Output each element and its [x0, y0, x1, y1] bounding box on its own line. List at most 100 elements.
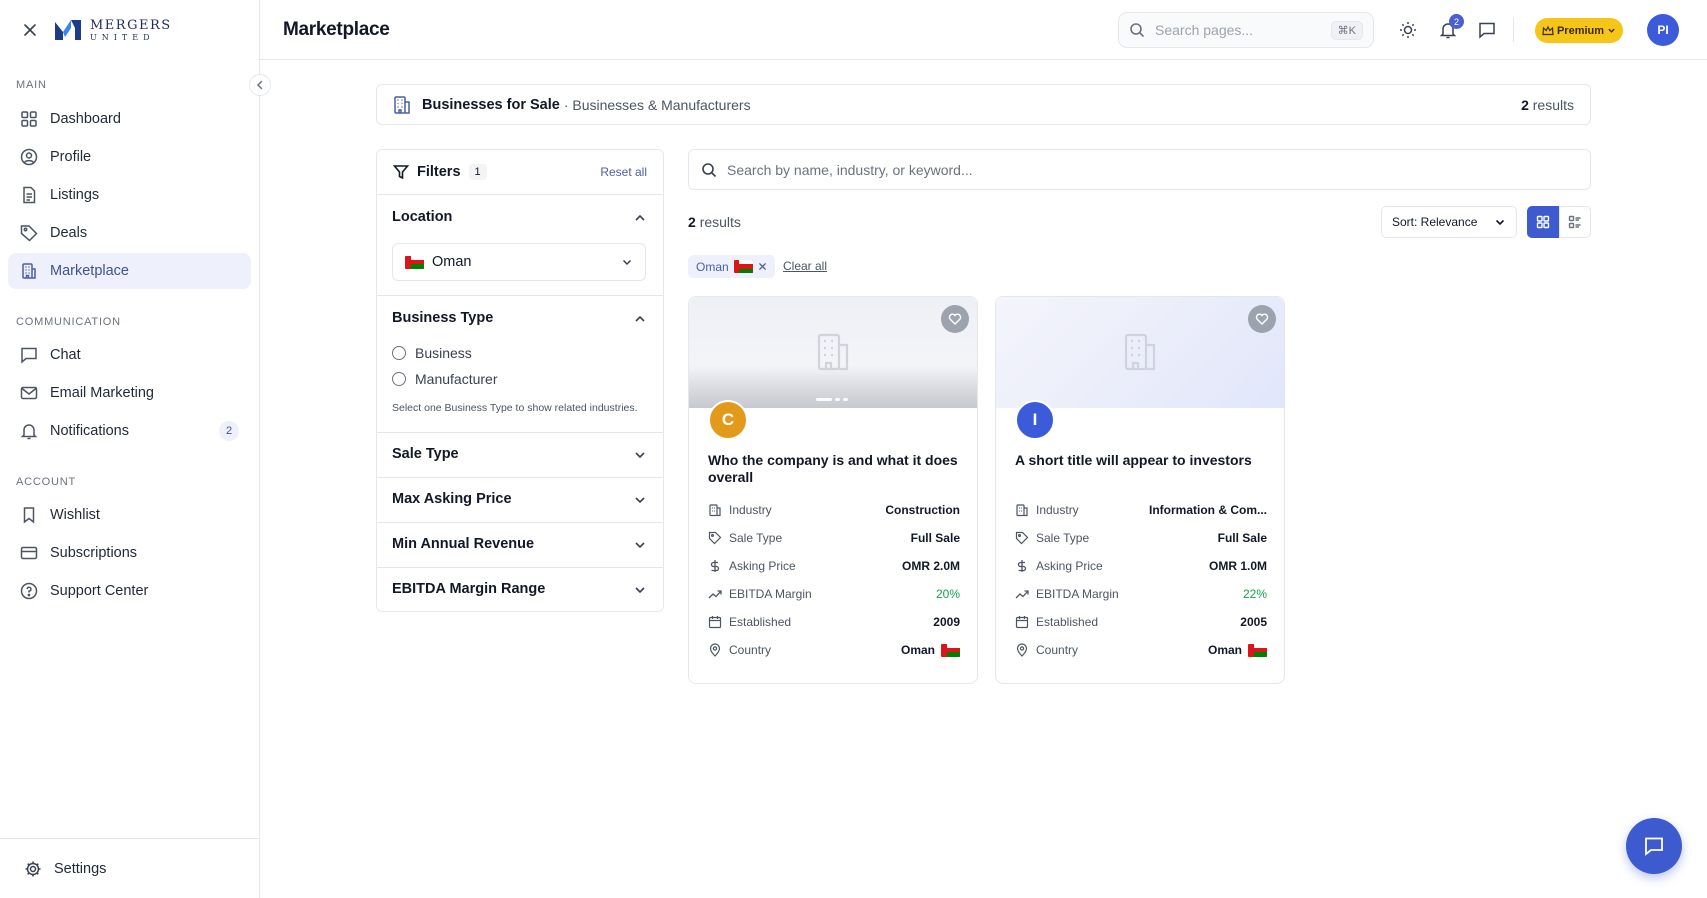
sidebar-item-label: Deals	[50, 225, 88, 241]
filter-section-ebitda-margin-range[interactable]: EBITDA Margin Range	[377, 568, 663, 612]
detail-row-industry: Industry Construction	[708, 501, 960, 519]
filter-section-min-annual-revenue[interactable]: Min Annual Revenue	[377, 523, 663, 568]
search-icon	[702, 162, 717, 177]
chevron-up-icon[interactable]	[633, 312, 647, 326]
search-pages-input[interactable]: Search pages... ⌘K	[1118, 12, 1374, 48]
notifications-button[interactable]: 2	[1438, 14, 1464, 40]
listing-title[interactable]: Who the company is and what it does over…	[708, 452, 960, 486]
theme-toggle-button[interactable]	[1398, 20, 1418, 40]
active-filter-chip[interactable]: Oman	[688, 255, 775, 278]
listing-card[interactable]: C Who the company is and what it does ov…	[688, 296, 978, 684]
chip-label: Oman	[696, 259, 729, 274]
row-label: EBITDA Margin	[729, 587, 812, 601]
row-label: Industry	[1036, 503, 1079, 517]
gear-icon	[25, 861, 41, 876]
calendar-icon	[1015, 616, 1029, 629]
chevron-down-icon	[635, 587, 645, 594]
sort-select[interactable]: Sort: Relevance	[1381, 206, 1517, 238]
sidebar-item-support-center[interactable]: Support Center	[8, 573, 251, 609]
results-count: 2 results	[688, 214, 741, 230]
country-name: Oman	[1207, 643, 1242, 657]
sidebar-item-email-marketing[interactable]: Email Marketing	[8, 375, 251, 411]
messages-button[interactable]	[1477, 20, 1497, 40]
filter-section-location: Location Oman	[377, 195, 663, 296]
sidebar-item-profile[interactable]: Profile	[8, 139, 251, 175]
carousel-dots[interactable]	[816, 398, 848, 401]
business-type-section-title[interactable]: Business Type	[392, 310, 493, 326]
sidebar-item-settings[interactable]: Settings	[0, 838, 259, 898]
header-results-count: 2 results	[1521, 97, 1574, 113]
sidebar-item-label: Dashboard	[50, 111, 121, 127]
premium-button[interactable]: Premium	[1535, 18, 1623, 43]
building-icon	[709, 504, 721, 517]
oman-flag-icon	[405, 255, 424, 269]
listing-search-input[interactable]: Search by name, industry, or keyword...	[688, 149, 1591, 190]
detail-row-industry: Industry Information & Com...	[1015, 501, 1267, 519]
heart-icon	[1255, 313, 1269, 325]
trending-up-icon	[1015, 590, 1029, 599]
sidebar-item-subscriptions[interactable]: Subscriptions	[8, 535, 251, 571]
sidebar-item-label: Profile	[50, 149, 92, 165]
building-placeholder-icon	[817, 333, 849, 371]
radio-circle[interactable]	[392, 372, 406, 386]
sidebar-item-wishlist[interactable]: Wishlist	[8, 497, 251, 533]
radio-manufacturer[interactable]: Manufacturer	[392, 371, 497, 387]
sidebar-item-dashboard[interactable]: Dashboard	[8, 101, 251, 137]
filters-panel: Filters 1 Reset all Location Oman Busine…	[376, 149, 664, 612]
sidebar-item-listings[interactable]: Listings	[8, 177, 251, 213]
sun-icon	[1400, 22, 1416, 38]
sidebar-item-deals[interactable]: Deals	[8, 215, 251, 251]
max-asking-price-section-title: Max Asking Price	[392, 491, 512, 507]
detail-row-asking-price: Asking Price OMR 2.0M	[708, 557, 960, 575]
row-label: Established	[729, 615, 792, 629]
radio-business[interactable]: Business	[392, 345, 472, 361]
reset-all-link[interactable]: Reset all	[600, 165, 647, 179]
list-view-button[interactable]	[1559, 206, 1591, 238]
radio-circle[interactable]	[392, 346, 406, 360]
filter-section-sale-type[interactable]: Sale Type	[377, 433, 663, 478]
filter-icon	[393, 165, 409, 180]
logo-text-line1: MERGERS	[90, 17, 172, 33]
row-label: Country	[729, 643, 772, 657]
sidebar-collapse-button[interactable]	[249, 74, 271, 96]
row-value: 2009	[933, 615, 960, 629]
building-icon	[1016, 504, 1028, 517]
wishlist-button[interactable]	[941, 305, 969, 333]
close-icon[interactable]	[758, 262, 767, 271]
sidebar-item-chat[interactable]: Chat	[8, 337, 251, 373]
document-icon	[23, 186, 36, 204]
trending-up-icon	[708, 590, 722, 599]
listing-title[interactable]: A short title will appear to investors	[1015, 452, 1267, 469]
row-value: Information & Com...	[1149, 503, 1267, 517]
mail-icon	[20, 386, 38, 400]
logo[interactable]: MERGERS UNITED	[54, 19, 172, 42]
radio-label: Manufacturer	[415, 371, 498, 387]
message-icon	[1479, 22, 1495, 39]
map-pin-icon	[709, 643, 721, 657]
close-icon[interactable]	[20, 20, 40, 40]
row-value: Full Sale	[910, 531, 960, 545]
sidebar-item-label: Listings	[50, 187, 100, 203]
detail-row-established: Established 2009	[708, 613, 960, 631]
location-section-title[interactable]: Location	[392, 209, 452, 225]
chat-fab-button[interactable]	[1626, 818, 1682, 874]
sidebar-item-notifications[interactable]: Notifications 2	[8, 413, 251, 449]
chevron-up-icon[interactable]	[633, 211, 647, 225]
listing-card[interactable]: I A short title will appear to investors…	[995, 296, 1285, 684]
user-avatar[interactable]: PI	[1647, 14, 1679, 46]
country-name: Oman	[900, 643, 935, 657]
location-select[interactable]: Oman	[392, 243, 646, 281]
category-title: Businesses for Sale	[422, 96, 560, 113]
wishlist-button[interactable]	[1248, 305, 1276, 333]
row-value: 20%	[935, 587, 960, 601]
clear-all-link[interactable]: Clear all	[783, 259, 827, 273]
premium-label: Premium	[1556, 24, 1605, 37]
detail-row-sale-type: Sale Type Full Sale	[708, 529, 960, 547]
listing-image	[996, 297, 1284, 408]
sidebar-item-marketplace[interactable]: Marketplace	[8, 253, 251, 289]
sidebar-item-label: Support Center	[50, 583, 149, 599]
filter-section-max-asking-price[interactable]: Max Asking Price	[377, 478, 663, 523]
grid-view-button[interactable]	[1527, 206, 1559, 238]
row-label: EBITDA Margin	[1036, 587, 1119, 601]
ebitda-margin-range-section-title: EBITDA Margin Range	[392, 581, 546, 597]
